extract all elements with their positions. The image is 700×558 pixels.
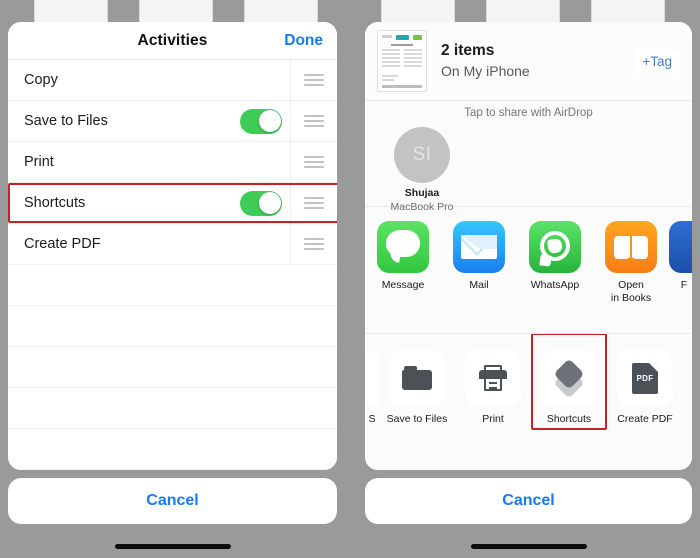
item-location-label: On My iPhone [441, 62, 530, 79]
reorder-handle-icon[interactable] [290, 101, 337, 141]
folder-icon [402, 366, 432, 390]
share-target-label-line2: in Books [610, 291, 652, 304]
action-label: Shortcuts [546, 413, 592, 425]
list-item-label: Copy [24, 72, 58, 88]
list-item-label: Print [24, 154, 54, 170]
avatar: SI [394, 127, 450, 183]
airdrop-section: Tap to share with AirDrop SI Shujaa MacB… [365, 101, 692, 213]
airdrop-contact-name: Shujaa [404, 187, 440, 199]
partial-action-icon [365, 350, 379, 406]
list-item-save-to-files[interactable]: Save to Files [8, 101, 337, 142]
list-item-shortcuts[interactable]: Shortcuts [8, 183, 337, 224]
reorder-handle-icon[interactable] [290, 142, 337, 182]
share-target-message[interactable]: Message [365, 221, 441, 292]
share-target-whatsapp[interactable]: WhatsApp [517, 221, 593, 292]
facebook-app-icon [669, 221, 692, 273]
action-save-to-files[interactable]: Save to Files [379, 350, 455, 425]
cancel-button-label: Cancel [502, 492, 555, 509]
list-item-label: Shortcuts [24, 195, 86, 211]
share-target-label: Mail [469, 279, 489, 291]
item-count-label: 2 items [441, 41, 495, 59]
share-target-label: WhatsApp [530, 279, 580, 291]
action-partial[interactable]: S [365, 350, 379, 425]
share-preview-header: 2 items On My iPhone +Tag [365, 22, 692, 100]
messages-app-icon [377, 221, 429, 273]
toggle-save-to-files[interactable] [240, 108, 282, 134]
list-item-empty [8, 265, 337, 306]
airdrop-contact[interactable]: SI Shujaa MacBook Pro [385, 127, 459, 214]
action-label: Create PDF [617, 413, 673, 425]
share-target-open-in-books[interactable]: Open in Books [593, 221, 669, 305]
left-phone-screen: Activities Done Copy Save to Files Print [0, 0, 345, 558]
list-item-empty [8, 347, 337, 388]
home-indicator [470, 544, 587, 549]
list-item-empty [8, 388, 337, 429]
books-app-icon [605, 221, 657, 273]
activities-sheet: Activities Done Copy Save to Files Print [8, 22, 337, 470]
share-target-label: F [680, 279, 688, 291]
share-sheet: 2 items On My iPhone +Tag Tap to share w… [365, 22, 692, 470]
list-item-print[interactable]: Print [8, 142, 337, 183]
screen-gutter [345, 0, 357, 558]
printer-icon [479, 365, 507, 391]
done-button[interactable]: Done [284, 32, 323, 50]
share-target-label: Message [381, 279, 425, 291]
action-create-pdf[interactable]: PDF Create PDF [607, 350, 683, 425]
mail-app-icon [453, 221, 505, 273]
cancel-button[interactable]: Cancel [8, 478, 337, 524]
list-item-empty [8, 306, 337, 347]
preview-text-block: 2 items On My iPhone [427, 41, 634, 82]
add-tag-button[interactable]: +Tag [634, 49, 680, 73]
share-apps-row[interactable]: Message Mail WhatsApp Open in Books F [365, 207, 692, 333]
list-item-copy[interactable]: Copy [8, 60, 337, 101]
list-item-create-pdf[interactable]: Create PDF [8, 224, 337, 265]
share-target-mail[interactable]: Mail [441, 221, 517, 292]
page-title: Activities [137, 31, 208, 49]
document-preview-thumbnail[interactable] [377, 30, 427, 92]
right-phone-screen: 2 items On My iPhone +Tag Tap to share w… [357, 0, 700, 558]
reorder-handle-icon[interactable] [290, 224, 337, 264]
action-label: Print [482, 413, 504, 425]
list-item-empty [8, 429, 337, 470]
list-item-label: Create PDF [24, 236, 101, 252]
airdrop-contact-device: MacBook Pro [390, 200, 454, 213]
avatar-initials: SI [412, 144, 432, 165]
reorder-handle-icon[interactable] [290, 60, 337, 100]
share-target-label-line1: Open [618, 279, 644, 291]
dual-screenshot-container: Activities Done Copy Save to Files Print [0, 0, 700, 558]
toggle-shortcuts[interactable] [240, 190, 282, 216]
share-target-partial[interactable]: F [669, 221, 692, 292]
activities-header: Activities Done [8, 22, 337, 59]
action-label: Save to Files [386, 413, 448, 425]
action-shortcuts[interactable]: Shortcuts [531, 350, 607, 425]
shortcuts-icon [552, 358, 586, 399]
home-indicator [114, 544, 231, 549]
reorder-handle-icon[interactable] [290, 183, 337, 223]
cancel-button[interactable]: Cancel [365, 478, 692, 524]
share-actions-row[interactable]: S Save to Files Print Shortcuts PDF Crea… [365, 333, 692, 470]
action-print[interactable]: Print [455, 350, 531, 425]
action-label: S [368, 413, 376, 425]
pdf-file-icon: PDF [632, 362, 658, 394]
list-item-label: Save to Files [24, 113, 108, 129]
cancel-button-label: Cancel [146, 492, 199, 509]
airdrop-hint-label: Tap to share with AirDrop [464, 107, 593, 119]
whatsapp-app-icon [529, 221, 581, 273]
activities-list: Copy Save to Files Print Shortcuts Creat… [8, 60, 337, 470]
